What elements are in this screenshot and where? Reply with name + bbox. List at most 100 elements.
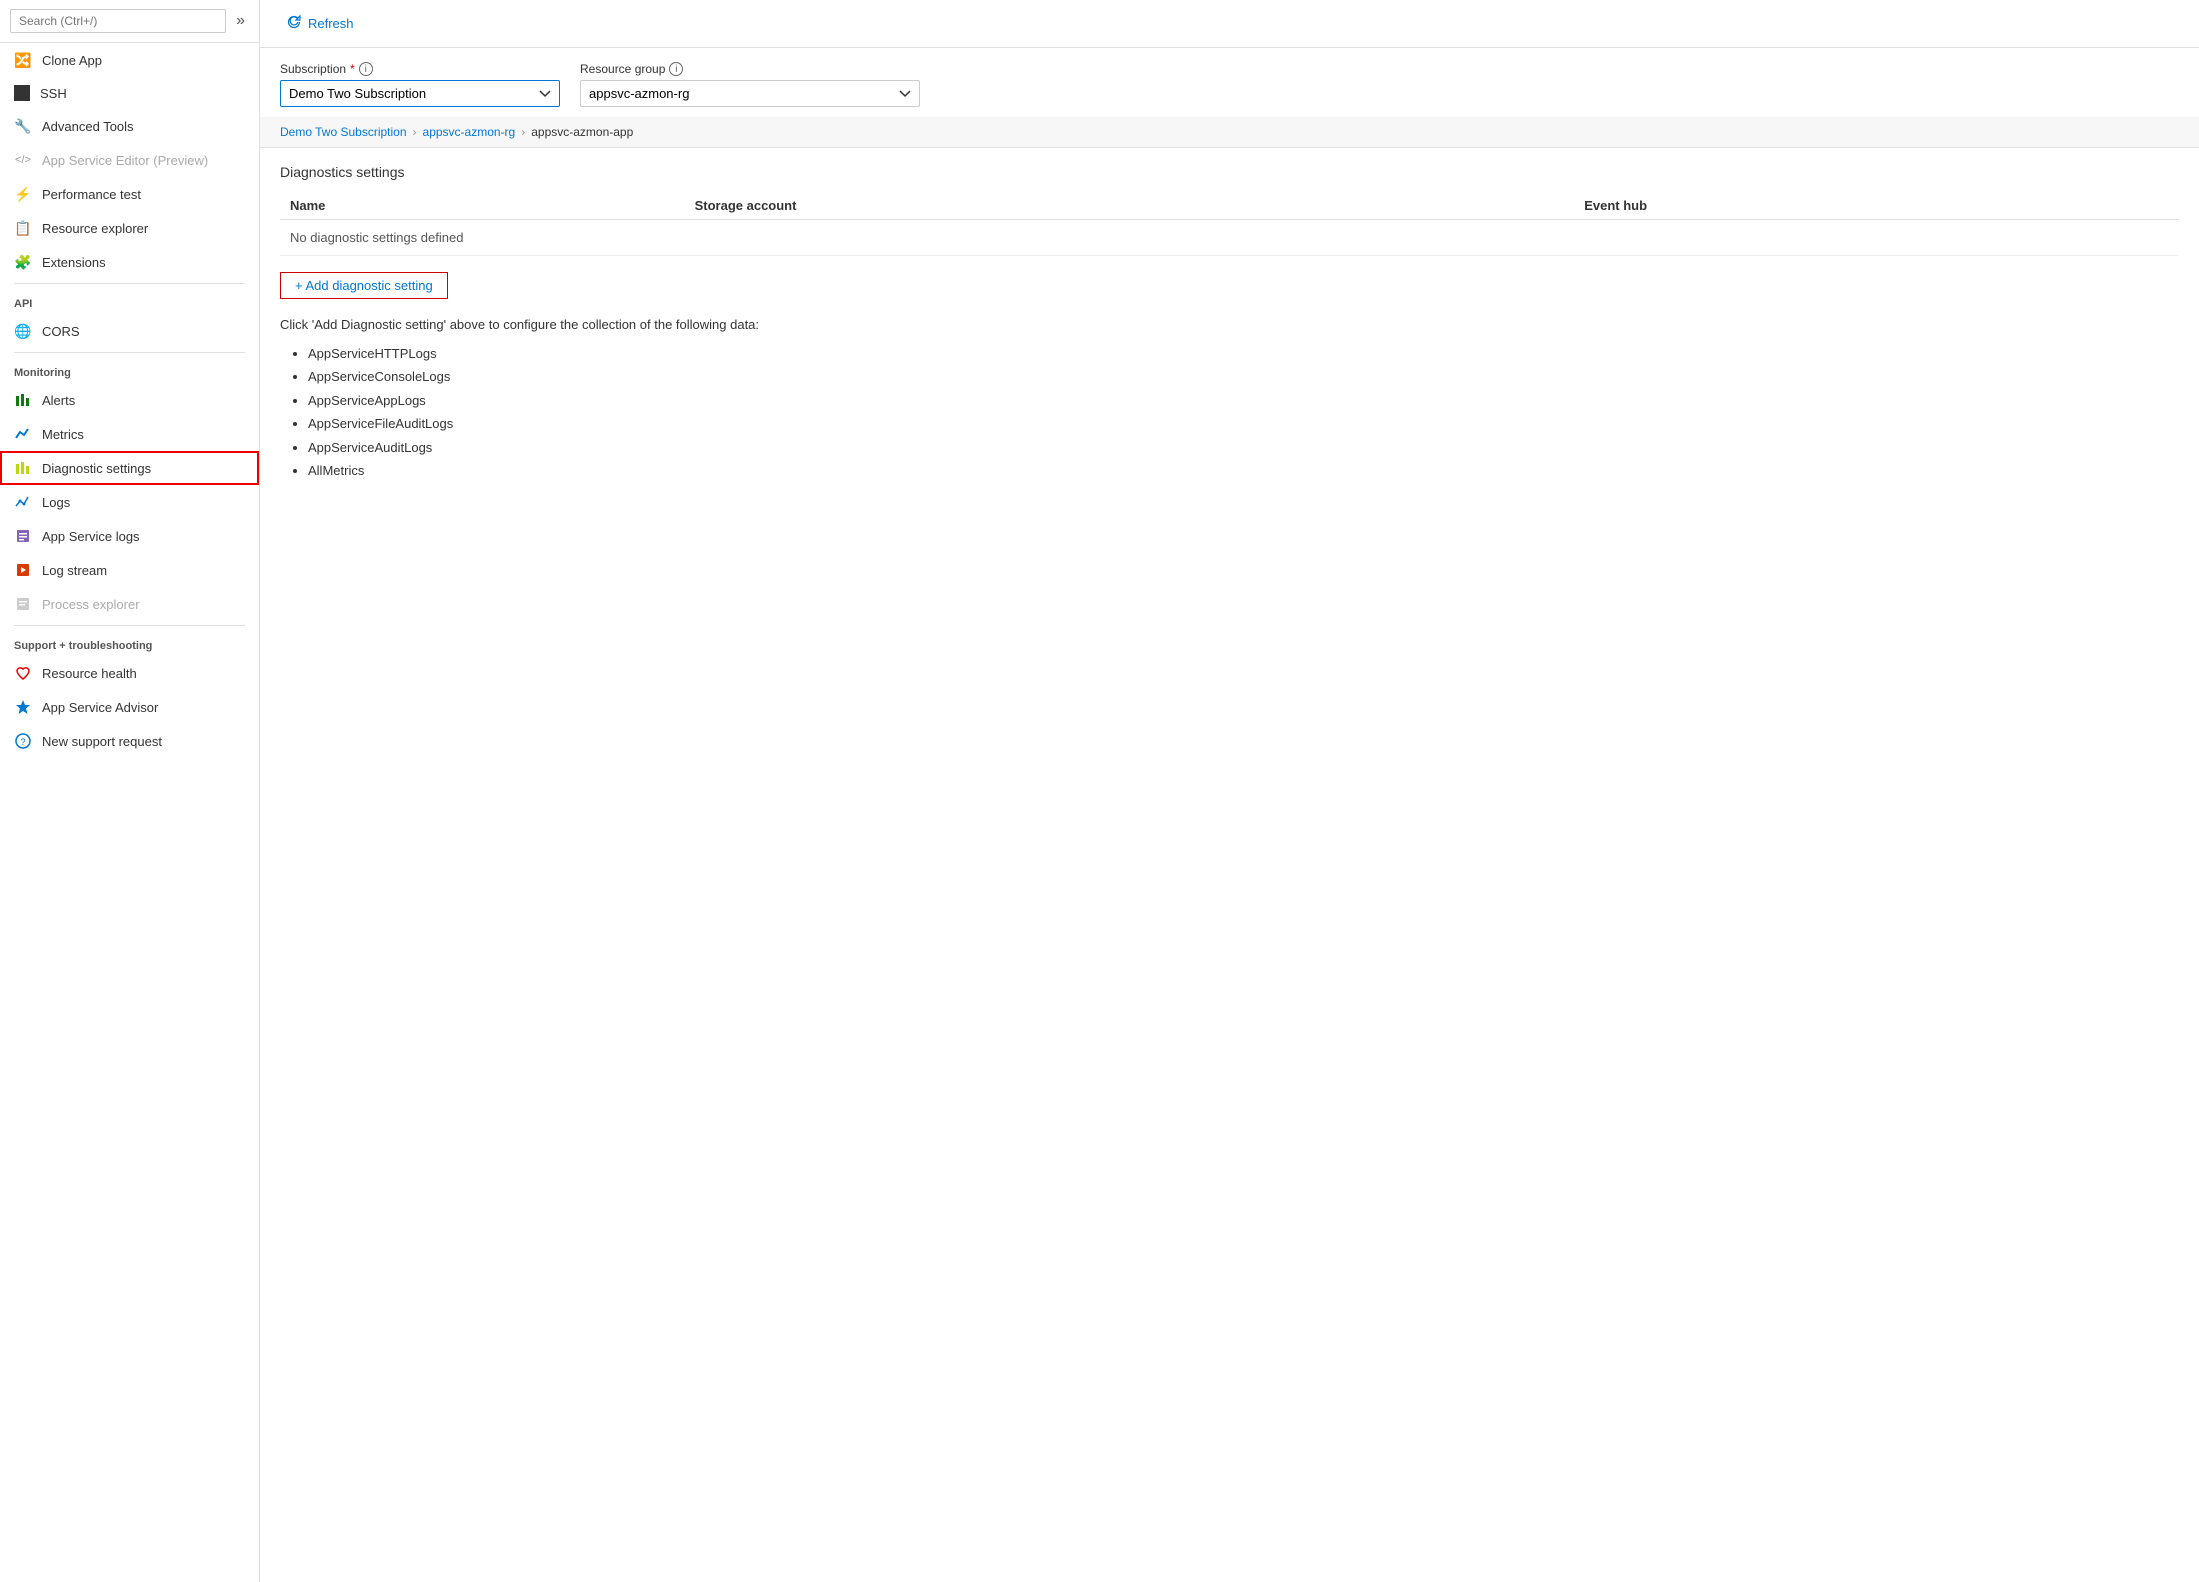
data-items-list: AppServiceHTTPLogs AppServiceConsoleLogs… [280,342,2179,482]
sidebar-item-app-service-logs[interactable]: App Service logs [0,519,259,553]
sidebar-item-process-explorer: Process explorer [0,587,259,621]
sidebar-search-area: » [0,0,259,43]
subscription-label: Subscription * i [280,62,560,76]
refresh-icon [286,14,302,33]
sidebar-item-label: App Service Advisor [42,700,158,715]
refresh-label: Refresh [308,16,354,31]
sidebar-item-logs[interactable]: Logs [0,485,259,519]
sidebar-item-label: Alerts [42,393,75,408]
col-name: Name [280,192,685,220]
breadcrumb-rg[interactable]: appsvc-azmon-rg [423,125,516,139]
main-content-area: Subscription * i Demo Two Subscription R… [260,48,2199,1582]
sidebar-item-ssh[interactable]: SSH [0,77,259,109]
col-storage: Storage account [685,192,1575,220]
divider-support [14,625,245,626]
sidebar-item-performance-test[interactable]: ⚡ Performance test [0,177,259,211]
search-input[interactable] [10,9,226,33]
sidebar-item-resource-explorer[interactable]: 📋 Resource explorer [0,211,259,245]
sidebar-item-label: Extensions [42,255,106,270]
diagnostics-section: Diagnostics settings Name Storage accoun… [260,148,2199,498]
resource-group-label: Resource group i [580,62,920,76]
sidebar-item-cors[interactable]: 🌐 CORS [0,314,259,348]
section-label-support: Support + troubleshooting [0,630,259,656]
sidebar-item-alerts[interactable]: Alerts [0,383,259,417]
sidebar-item-label: App Service logs [42,529,140,544]
sidebar-item-label: Log stream [42,563,107,578]
sidebar-item-label: New support request [42,734,162,749]
sidebar-nav: 🔀 Clone App SSH 🔧 Advanced Tools </> App… [0,43,259,1582]
table-header-row: Name Storage account Event hub [280,192,2179,220]
sidebar-item-app-service-editor: </> App Service Editor (Preview) [0,143,259,177]
add-diagnostic-setting-button[interactable]: + Add diagnostic setting [280,272,448,299]
app-service-editor-icon: </> [14,151,32,169]
sidebar-item-advanced-tools[interactable]: 🔧 Advanced Tools [0,109,259,143]
main-panel: Refresh Subscription * i Demo Two Subscr… [260,0,2199,1582]
breadcrumb-sep-2: › [521,125,525,139]
advanced-tools-icon: 🔧 [14,117,32,135]
breadcrumb-subscription[interactable]: Demo Two Subscription [280,125,407,139]
list-item: AllMetrics [308,459,2179,482]
divider-monitoring [14,352,245,353]
resource-explorer-icon: 📋 [14,219,32,237]
ssh-icon [14,85,30,101]
sidebar-item-resource-health[interactable]: Resource health [0,656,259,690]
sidebar-item-label: Resource health [42,666,137,681]
app-service-advisor-icon [14,698,32,716]
sidebar-item-new-support-request[interactable]: ? New support request [0,724,259,758]
subscription-field: Subscription * i Demo Two Subscription [280,62,560,107]
sidebar-item-label: Process explorer [42,597,140,612]
list-item: AppServiceFileAuditLogs [308,412,2179,435]
sidebar-item-label: CORS [42,324,80,339]
performance-test-icon: ⚡ [14,185,32,203]
breadcrumb-sep-1: › [413,125,417,139]
logs-icon [14,493,32,511]
subscription-info-icon[interactable]: i [359,62,373,76]
subscription-select[interactable]: Demo Two Subscription [280,80,560,107]
sidebar-item-label: App Service Editor (Preview) [42,153,208,168]
resource-health-icon [14,664,32,682]
sidebar-item-label: Clone App [42,53,102,68]
subscription-row: Subscription * i Demo Two Subscription R… [260,48,2199,117]
sidebar-item-clone-app[interactable]: 🔀 Clone App [0,43,259,77]
sidebar: » 🔀 Clone App SSH 🔧 Advanced Tools </> A… [0,0,260,1582]
refresh-button[interactable]: Refresh [280,10,360,37]
required-marker: * [350,62,355,76]
diagnostics-table: Name Storage account Event hub No diagno… [280,192,2179,256]
resource-group-info-icon[interactable]: i [669,62,683,76]
col-event-hub: Event hub [1574,192,2179,220]
extensions-icon: 🧩 [14,253,32,271]
toolbar: Refresh [260,0,2199,48]
section-label-monitoring: Monitoring [0,357,259,383]
breadcrumb-app: appsvc-azmon-app [531,125,633,139]
sidebar-item-app-service-advisor[interactable]: App Service Advisor [0,690,259,724]
sidebar-item-label: Resource explorer [42,221,148,236]
sidebar-item-label: Performance test [42,187,141,202]
clone-app-icon: 🔀 [14,51,32,69]
diagnostics-title: Diagnostics settings [280,164,2179,180]
add-setting-label: + Add diagnostic setting [295,278,433,293]
sidebar-item-label: Advanced Tools [42,119,134,134]
svg-text:?: ? [20,737,25,747]
list-item: AppServiceHTTPLogs [308,342,2179,365]
diagnostic-settings-icon [14,459,32,477]
list-item: AppServiceConsoleLogs [308,365,2179,388]
cors-icon: 🌐 [14,322,32,340]
divider-api [14,283,245,284]
metrics-icon [14,425,32,443]
sidebar-item-label: Metrics [42,427,84,442]
sidebar-item-log-stream[interactable]: Log stream [0,553,259,587]
info-text: Click 'Add Diagnostic setting' above to … [280,317,2179,332]
sidebar-item-extensions[interactable]: 🧩 Extensions [0,245,259,279]
list-item: AppServiceAppLogs [308,389,2179,412]
collapse-sidebar-button[interactable]: » [232,8,249,34]
sidebar-item-label: Logs [42,495,70,510]
new-support-request-icon: ? [14,732,32,750]
table-row-empty: No diagnostic settings defined [280,220,2179,256]
resource-group-select[interactable]: appsvc-azmon-rg [580,80,920,107]
sidebar-item-metrics[interactable]: Metrics [0,417,259,451]
app-service-logs-icon [14,527,32,545]
alerts-icon [14,391,32,409]
sidebar-item-diagnostic-settings[interactable]: Diagnostic settings [0,451,259,485]
log-stream-icon [14,561,32,579]
breadcrumb: Demo Two Subscription › appsvc-azmon-rg … [260,117,2199,148]
